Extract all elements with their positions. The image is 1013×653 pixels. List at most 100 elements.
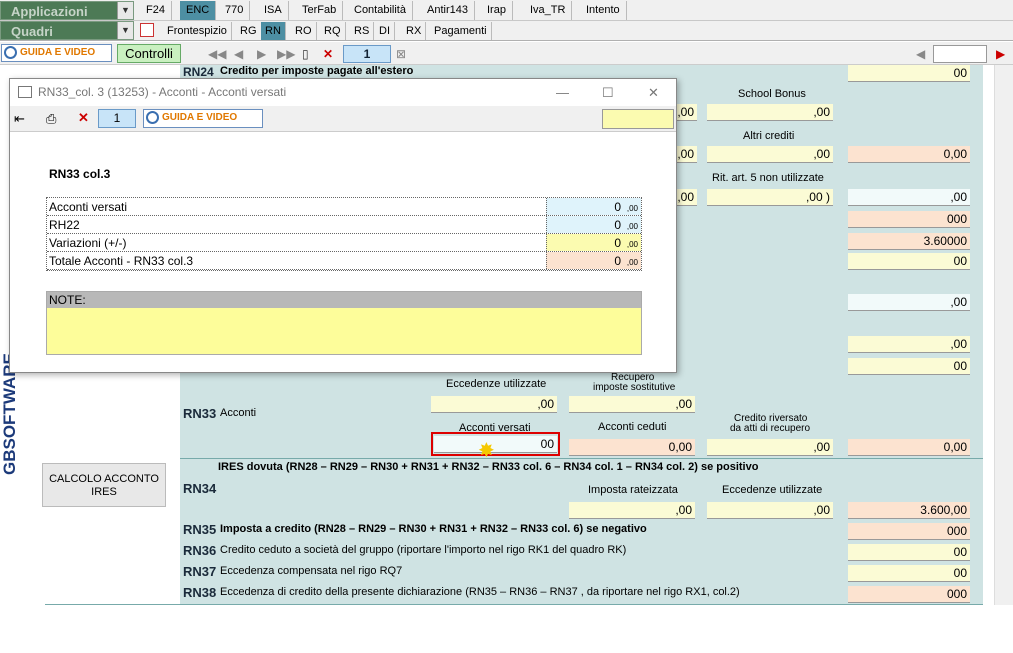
minimize-button[interactable]: — xyxy=(556,79,569,106)
rn-r2-field[interactable]: 3.60000 xyxy=(848,233,970,250)
school-bonus-field[interactable]: ,00 xyxy=(707,104,833,121)
rn36-label: Credito ceduto a società del gruppo (rip… xyxy=(220,544,627,556)
subtab-di[interactable]: DI xyxy=(375,22,395,40)
tab-antir143[interactable]: Antir143 xyxy=(421,1,475,20)
rn33-col6-field[interactable]: 0,00 xyxy=(848,439,970,456)
print-icon[interactable]: ⎙ xyxy=(46,111,56,127)
imposta-rateizzata-field[interactable]: ,00 xyxy=(569,502,695,519)
dialog-guida-video-button[interactable]: GUIDA E VIDEO xyxy=(143,109,263,128)
eccedenze-utilizzate-label: Eccedenze utilizzate xyxy=(446,378,547,390)
subtab-pagamenti[interactable]: Pagamenti xyxy=(430,22,492,40)
dialog-status-field[interactable] xyxy=(602,109,674,129)
rn-r6-field[interactable]: 00 xyxy=(848,358,970,375)
recupero-field[interactable]: ,00 xyxy=(569,396,695,413)
tab-f24[interactable]: F24 xyxy=(140,1,172,20)
rn37-field[interactable]: 00 xyxy=(848,565,970,582)
dialog-title: RN33_col. 3 (13253) - Acconti - Acconti … xyxy=(38,85,287,99)
last-page-icon[interactable]: ▶▶ xyxy=(277,47,295,61)
first-page-icon[interactable]: ◀◀ xyxy=(208,47,226,61)
acconti-ceduti-field[interactable]: 0,00 xyxy=(569,439,695,456)
rn-col-b-field[interactable]: ,00 xyxy=(677,146,697,163)
tab-intento[interactable]: Intento xyxy=(580,1,627,20)
eccedenze-utilizzate2-field[interactable]: ,00 xyxy=(707,502,833,519)
rn34-code: RN34 xyxy=(183,481,217,496)
vertical-scrollbar[interactable] xyxy=(994,65,1013,605)
calcolo-acconto-button[interactable]: CALCOLO ACCONTO IRES xyxy=(42,463,166,507)
rn-r4-field[interactable]: ,00 xyxy=(848,294,970,311)
rn-r1-field[interactable]: 000 xyxy=(848,211,970,228)
rn24-code: RN24 xyxy=(183,65,214,79)
dialog-heading: RN33 col.3 xyxy=(49,167,111,181)
table-row: Acconti versati 0,00 xyxy=(47,198,641,216)
page-number-field[interactable]: 1 xyxy=(343,45,391,63)
rit-col3-field[interactable]: ,00 xyxy=(848,189,970,206)
credito-riversato-field[interactable]: ,00 xyxy=(707,439,833,456)
subtab-rs[interactable]: RS xyxy=(350,22,375,40)
scroll-right-icon[interactable]: ▶ xyxy=(996,47,1005,61)
pdf-icon[interactable] xyxy=(140,23,154,37)
tab-isa[interactable]: ISA xyxy=(258,1,289,20)
row-value: 0 xyxy=(614,236,621,250)
rn-col-a-field[interactable]: ,00 xyxy=(677,104,697,121)
rn35-field[interactable]: 000 xyxy=(848,523,970,540)
controlli-button[interactable]: Controlli xyxy=(117,44,181,63)
acconti-dialog: RN33_col. 3 (13253) - Acconti - Acconti … xyxy=(9,78,677,373)
rn-r5-field[interactable]: ,00 xyxy=(848,336,970,353)
tab-contabilit-[interactable]: Contabilità xyxy=(348,1,413,20)
rn35-label: Imposta a credito (RN28 – RN29 – RN30 + … xyxy=(220,523,647,535)
tab-enc[interactable]: ENC xyxy=(180,1,217,20)
subtab-rx[interactable]: RX xyxy=(402,22,427,40)
imposta-rateizzata-label: Imposta rateizzata xyxy=(588,484,678,496)
row-label: Variazioni (+/-) xyxy=(49,236,127,250)
search-field[interactable] xyxy=(933,45,987,63)
row-value-field: 0,00 xyxy=(546,198,641,215)
altri-crediti-field[interactable]: ,00 xyxy=(707,146,833,163)
quadri-combo[interactable]: Quadri ▼ xyxy=(0,21,134,40)
dialog-page-field[interactable]: 1 xyxy=(98,109,136,128)
subtab-frontespizio[interactable]: Frontespizio xyxy=(163,22,232,40)
row-label: RH22 xyxy=(49,218,80,232)
altri-crediti-col7-field[interactable]: 0,00 xyxy=(848,146,970,163)
subtab-rg[interactable]: RG xyxy=(236,22,262,40)
exit-icon[interactable]: ⇤ xyxy=(14,111,25,127)
tab-terfab[interactable]: TerFab xyxy=(296,1,344,20)
maximize-button[interactable]: ☐ xyxy=(602,79,614,106)
close-button[interactable]: ✕ xyxy=(648,79,659,106)
delete-icon[interactable]: ✕ xyxy=(78,110,89,126)
eccedenze-field[interactable]: ,00 xyxy=(431,396,557,413)
subtab-ro[interactable]: RO xyxy=(291,22,317,40)
tab-770[interactable]: 770 xyxy=(219,1,251,20)
chevron-down-icon[interactable]: ▼ xyxy=(117,2,133,19)
tab-irap[interactable]: Irap xyxy=(481,1,513,20)
row-value-field[interactable]: 0,00 xyxy=(546,234,641,251)
prev-page-icon[interactable]: ◀ xyxy=(234,47,243,61)
divider xyxy=(180,458,983,459)
new-page-icon[interactable]: ▯ xyxy=(302,47,309,61)
delete-page-icon[interactable]: ✕ xyxy=(323,47,333,61)
rit-art5-label: Rit. art. 5 non utilizzate xyxy=(712,172,824,184)
rn-r3-field[interactable]: 00 xyxy=(848,253,970,270)
rit-art5-field[interactable]: ,00 ) xyxy=(707,189,833,206)
top-tab-bar: Applicazioni ▼ F24 ENC 770 ISA TerFab Contabil… xyxy=(0,0,1013,21)
applicazioni-combo[interactable]: Applicazioni ▼ xyxy=(0,1,134,20)
row-value-field: 0,00 xyxy=(546,216,641,233)
subtab-rn[interactable]: RN xyxy=(261,22,286,40)
rn38-field[interactable]: 000 xyxy=(848,586,970,603)
note-area[interactable]: NOTE: xyxy=(46,291,642,355)
chevron-down-icon[interactable]: ▼ xyxy=(117,22,133,39)
tab-iva-tr[interactable]: Iva_TR xyxy=(524,1,573,20)
next-page-icon[interactable]: ▶ xyxy=(257,47,266,61)
quadri-label: Quadri xyxy=(11,24,53,39)
delete-icon[interactable]: ⊠ xyxy=(396,47,406,61)
guida-video-button[interactable]: GUIDA E VIDEO xyxy=(1,44,112,62)
rn34-col3-field[interactable]: 3.600,00 xyxy=(848,502,970,519)
acconti-versati-field[interactable]: 00 xyxy=(434,436,557,453)
subtab-rq[interactable]: RQ xyxy=(320,22,346,40)
school-bonus-label: School Bonus xyxy=(738,88,806,100)
rn33-label: Acconti xyxy=(220,407,257,419)
scroll-left-icon[interactable]: ◀ xyxy=(916,47,925,61)
rn-col-c-field[interactable]: ,00 xyxy=(677,189,697,206)
note-label: NOTE: xyxy=(47,292,641,308)
rn24-field[interactable]: 00 xyxy=(848,65,970,82)
rn36-field[interactable]: 00 xyxy=(848,544,970,561)
